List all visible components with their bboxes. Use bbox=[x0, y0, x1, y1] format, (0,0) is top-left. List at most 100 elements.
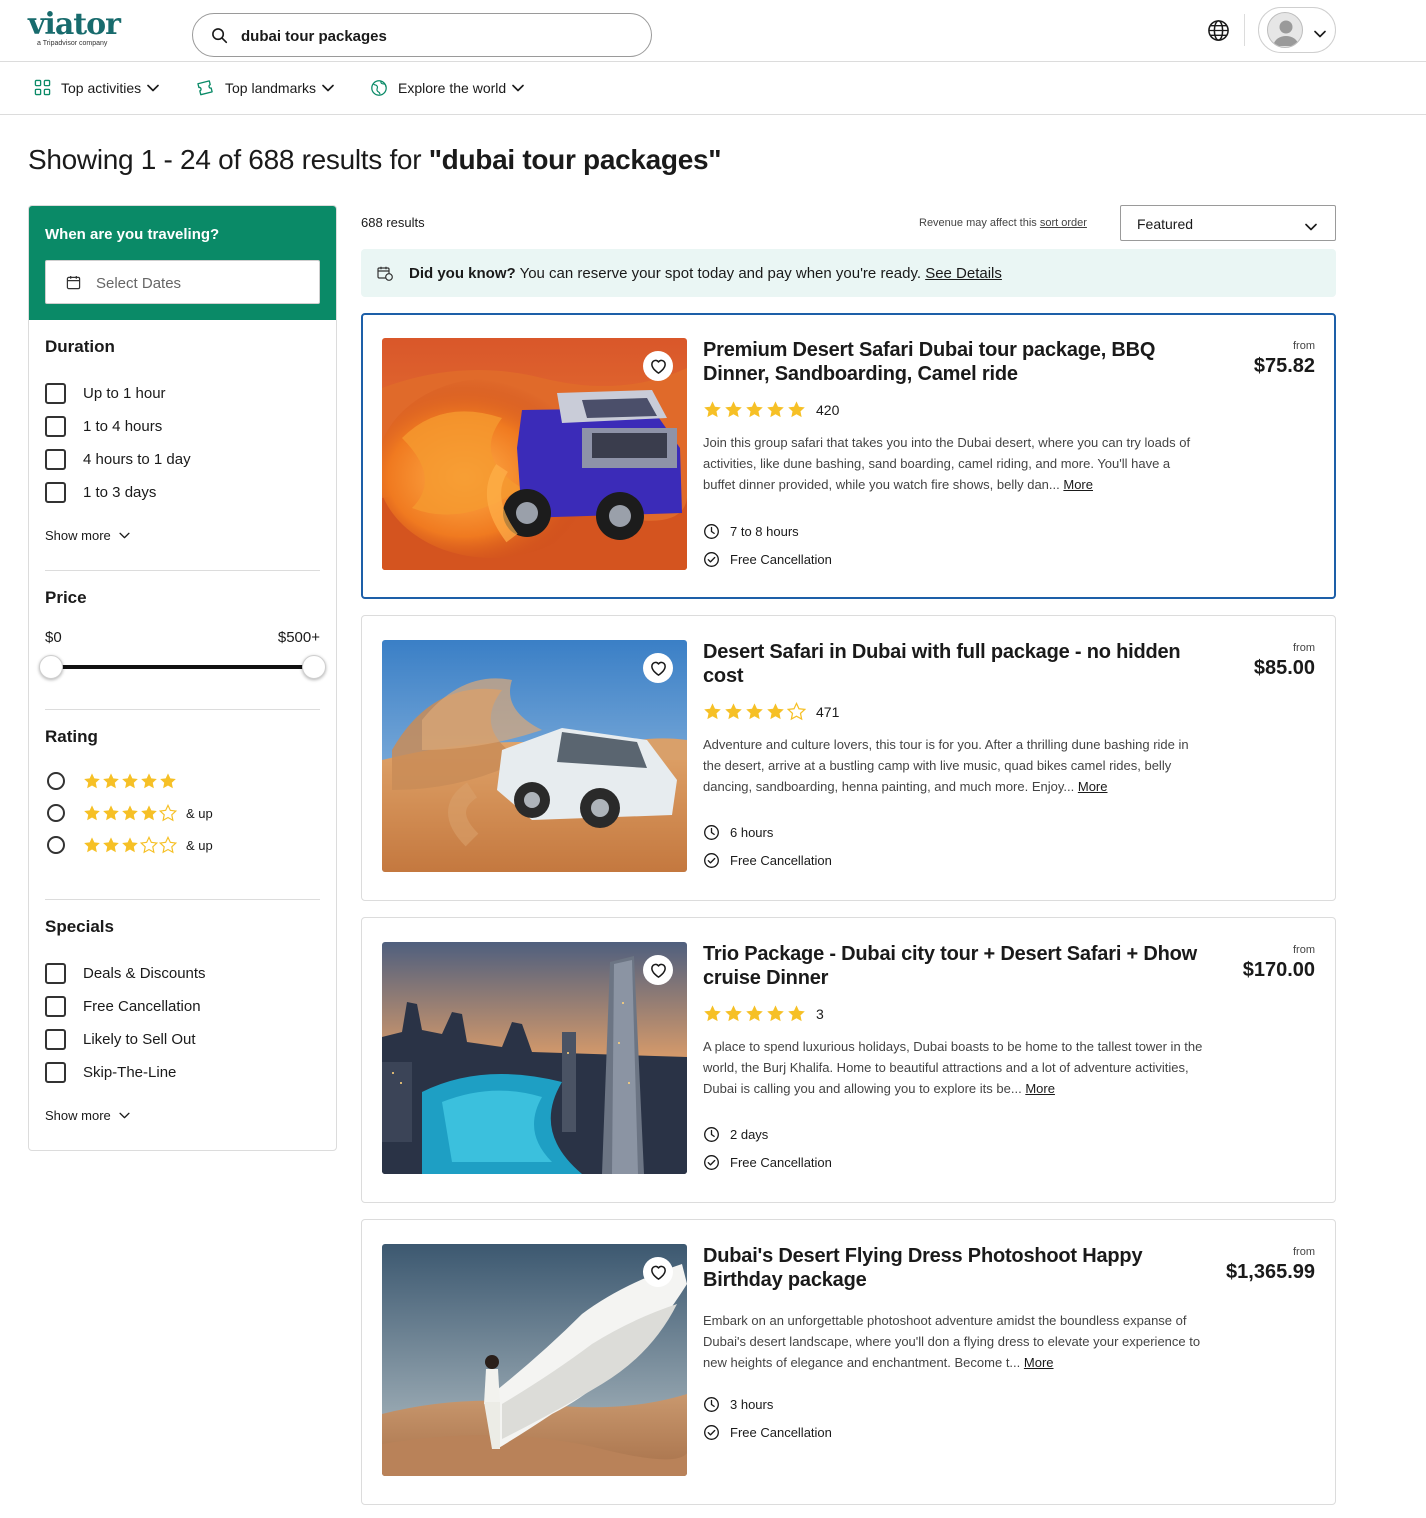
revenue-note: Revenue may affect this sort order bbox=[919, 217, 1087, 229]
review-count: 420 bbox=[816, 401, 840, 418]
product-description: Adventure and culture lovers, this tour … bbox=[703, 734, 1206, 797]
title-query: "dubai tour packages" bbox=[428, 144, 722, 175]
more-link[interactable]: More bbox=[1024, 1355, 1054, 1370]
specials-option[interactable]: Likely to Sell Out bbox=[45, 1029, 196, 1050]
price-slider-track[interactable] bbox=[51, 665, 315, 669]
radio-button[interactable] bbox=[47, 836, 65, 854]
check-circle-icon bbox=[703, 1154, 720, 1171]
checkbox[interactable] bbox=[45, 482, 66, 503]
heart-icon[interactable] bbox=[643, 351, 673, 381]
option-label: 1 to 4 hours bbox=[83, 418, 163, 435]
sort-order-link[interactable]: sort order bbox=[1040, 217, 1087, 229]
chevron-down-icon bbox=[1314, 25, 1326, 43]
rating-option-5[interactable] bbox=[47, 772, 186, 790]
star-icon bbox=[159, 804, 177, 822]
nav-explore-world[interactable]: Explore the world bbox=[370, 79, 524, 97]
product-card[interactable]: Premium Desert Safari Dubai tour package… bbox=[361, 313, 1336, 599]
product-title[interactable]: Dubai's Desert Flying Dress Photoshoot H… bbox=[703, 1244, 1203, 1292]
checkbox[interactable] bbox=[45, 1029, 66, 1050]
date-picker[interactable] bbox=[45, 260, 320, 304]
date-input[interactable] bbox=[96, 271, 306, 295]
rating-title: Rating bbox=[45, 727, 98, 746]
checkbox[interactable] bbox=[45, 963, 66, 984]
duration-option[interactable]: 1 to 4 hours bbox=[45, 416, 162, 437]
sort-select[interactable]: Featured bbox=[1120, 205, 1336, 241]
product-card[interactable]: Desert Safari in Dubai with full package… bbox=[361, 615, 1336, 901]
checkbox[interactable] bbox=[45, 1062, 66, 1083]
specials-option[interactable]: Free Cancellation bbox=[45, 996, 201, 1017]
heart-icon[interactable] bbox=[643, 955, 673, 985]
product-rating: 471 bbox=[703, 702, 839, 721]
product-image[interactable] bbox=[382, 942, 687, 1174]
description-text: Join this group safari that takes you in… bbox=[703, 435, 1191, 492]
nav-top-landmarks[interactable]: Top landmarks bbox=[196, 79, 334, 96]
specials-option[interactable]: Deals & Discounts bbox=[45, 963, 206, 984]
star-icon bbox=[159, 772, 177, 790]
specials-show-more[interactable]: Show more bbox=[45, 1108, 130, 1123]
chevron-down-icon bbox=[322, 84, 334, 92]
product-price: $170.00 bbox=[1242, 959, 1315, 981]
star-icon bbox=[745, 1004, 764, 1023]
product-title[interactable]: Premium Desert Safari Dubai tour package… bbox=[703, 338, 1203, 386]
price-from-label: from bbox=[1293, 1246, 1315, 1258]
star-icon bbox=[724, 702, 743, 721]
rating-suffix: & up bbox=[186, 805, 213, 821]
product-description: A place to spend luxurious holidays, Dub… bbox=[703, 1036, 1206, 1099]
globe-icon[interactable] bbox=[1207, 19, 1230, 47]
checkbox[interactable] bbox=[45, 996, 66, 1017]
star-icon bbox=[766, 1004, 785, 1023]
duration-option[interactable]: 1 to 3 days bbox=[45, 482, 156, 503]
star-icon bbox=[83, 772, 101, 790]
rating-option-4[interactable]: & up bbox=[47, 804, 213, 822]
viator-logo[interactable]: viator a Tripadvisor company bbox=[28, 10, 121, 48]
radio-button[interactable] bbox=[47, 772, 65, 790]
product-title[interactable]: Trio Package - Dubai city tour + Desert … bbox=[703, 942, 1203, 990]
specials-option[interactable]: Skip-The-Line bbox=[45, 1062, 176, 1083]
more-link[interactable]: More bbox=[1078, 779, 1108, 794]
star-icon bbox=[787, 1004, 806, 1023]
product-rating: 3 bbox=[703, 1004, 824, 1023]
see-details-link[interactable]: See Details bbox=[925, 265, 1002, 282]
checkbox[interactable] bbox=[45, 416, 66, 437]
star-icon bbox=[140, 772, 158, 790]
heart-icon[interactable] bbox=[643, 653, 673, 683]
more-link[interactable]: More bbox=[1063, 477, 1093, 492]
star-icon bbox=[121, 772, 139, 790]
divider bbox=[45, 709, 320, 710]
product-image[interactable] bbox=[382, 338, 687, 570]
cancellation-text: Free Cancellation bbox=[730, 1425, 832, 1440]
rating-option-3[interactable]: & up bbox=[47, 836, 213, 854]
duration-show-more[interactable]: Show more bbox=[45, 528, 130, 543]
more-link[interactable]: More bbox=[1025, 1081, 1055, 1096]
star-icon bbox=[703, 1004, 722, 1023]
cancellation-text: Free Cancellation bbox=[730, 853, 832, 868]
option-label: Likely to Sell Out bbox=[83, 1031, 196, 1048]
revenue-note-text: Revenue may affect this bbox=[919, 217, 1040, 229]
rating-stars bbox=[703, 1004, 808, 1023]
title-prefix: Showing 1 - 24 of 688 results for bbox=[28, 144, 429, 175]
duration-title: Duration bbox=[45, 337, 115, 356]
star-icon bbox=[140, 836, 158, 854]
duration-info: 6 hours bbox=[703, 824, 773, 841]
radio-button[interactable] bbox=[47, 804, 65, 822]
product-card[interactable]: Dubai's Desert Flying Dress Photoshoot H… bbox=[361, 1219, 1336, 1505]
price-slider-max-handle[interactable] bbox=[302, 655, 326, 679]
price-slider-min-handle[interactable] bbox=[39, 655, 63, 679]
search-bar[interactable] bbox=[192, 13, 652, 57]
product-image[interactable] bbox=[382, 1244, 687, 1476]
cancellation-info: Free Cancellation bbox=[703, 1154, 832, 1171]
star-icon bbox=[159, 836, 177, 854]
checkbox[interactable] bbox=[45, 383, 66, 404]
star-icon bbox=[102, 804, 120, 822]
user-menu-button[interactable] bbox=[1258, 7, 1336, 53]
duration-option[interactable]: Up to 1 hour bbox=[45, 383, 166, 404]
duration-option[interactable]: 4 hours to 1 day bbox=[45, 449, 191, 470]
heart-icon[interactable] bbox=[643, 1257, 673, 1287]
search-input[interactable] bbox=[241, 22, 631, 50]
nav-top-activities[interactable]: Top activities bbox=[34, 79, 159, 96]
product-title[interactable]: Desert Safari in Dubai with full package… bbox=[703, 640, 1203, 688]
star-icon bbox=[703, 702, 722, 721]
product-image[interactable] bbox=[382, 640, 687, 872]
checkbox[interactable] bbox=[45, 449, 66, 470]
product-card[interactable]: Trio Package - Dubai city tour + Desert … bbox=[361, 917, 1336, 1203]
